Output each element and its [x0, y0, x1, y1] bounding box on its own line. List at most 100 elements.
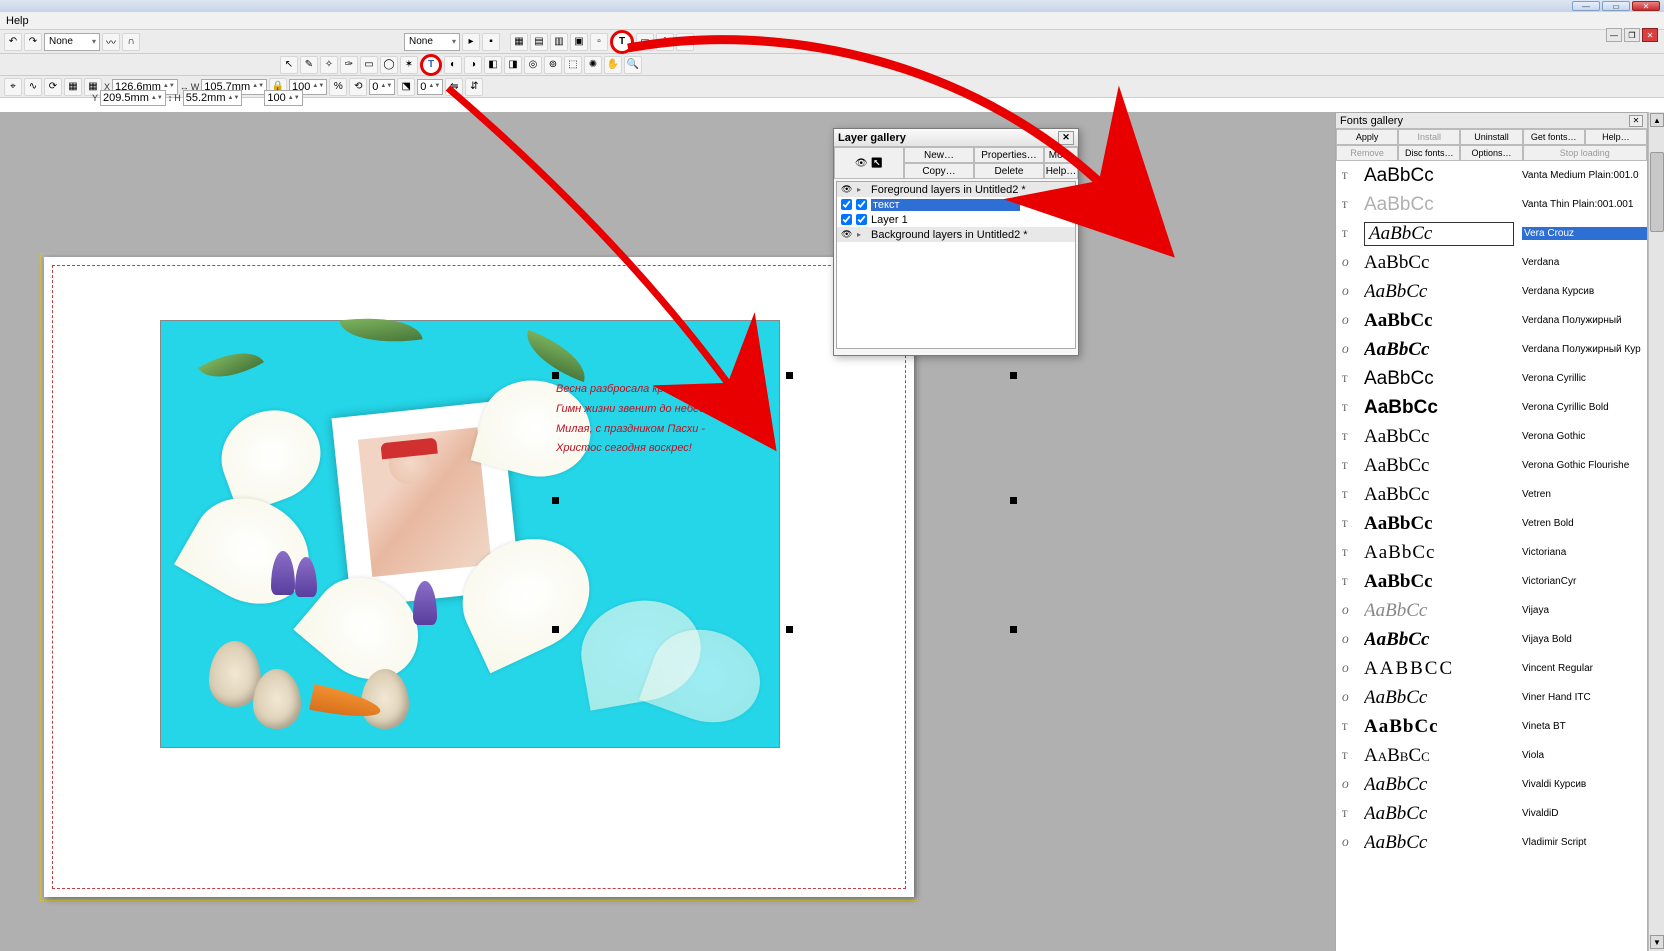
- font-row[interactable]: TAaBbCcVictorianCyr: [1336, 567, 1647, 596]
- angle-field[interactable]: 0▲▼: [369, 79, 395, 95]
- font-row[interactable]: OAaBbCcVivaldi Курсив: [1336, 770, 1647, 799]
- doc-minimize-button[interactable]: —: [1606, 28, 1622, 42]
- font-row[interactable]: TAaBbCcVanta Medium Plain:001.0: [1336, 161, 1647, 190]
- font-row[interactable]: OAaBbCcVerdana Курсив: [1336, 277, 1647, 306]
- blend-tool-icon[interactable]: ⊚: [544, 56, 562, 74]
- selection-handle[interactable]: [1010, 497, 1017, 504]
- window-minimize-button[interactable]: —: [1572, 1, 1600, 11]
- effect-combo[interactable]: None: [404, 33, 460, 51]
- send-back-icon[interactable]: ▥: [550, 33, 568, 51]
- layer-row[interactable]: Layer 1: [837, 212, 1075, 227]
- layer-visible-checkbox[interactable]: [841, 214, 852, 225]
- font-row[interactable]: TAaBbCcVetren Bold: [1336, 509, 1647, 538]
- font-row[interactable]: OAaBbCcVijaya Bold: [1336, 625, 1647, 654]
- font-help-button[interactable]: Help…: [1585, 129, 1647, 145]
- vertical-scrollbar[interactable]: ▲ ▼: [1648, 112, 1664, 951]
- layer-copy-button[interactable]: Copy…: [904, 163, 974, 179]
- group-icon[interactable]: ▣: [570, 33, 588, 51]
- selection-handle[interactable]: [1010, 626, 1017, 633]
- rect-tool-icon[interactable]: ▭: [360, 56, 378, 74]
- play-icon[interactable]: ▸: [462, 33, 480, 51]
- scroll-thumb[interactable]: [1650, 152, 1664, 232]
- window-close-button[interactable]: ✕: [1632, 1, 1660, 11]
- pen-tool-icon[interactable]: ✑: [340, 56, 358, 74]
- font-discfonts-button[interactable]: Disc fonts…: [1398, 145, 1460, 161]
- layer-list[interactable]: 👁▸Foreground layers in Untitled2 *текстL…: [836, 181, 1076, 349]
- font-row[interactable]: TAaBbCcVanta Thin Plain:001.001: [1336, 190, 1647, 219]
- fonts-gallery-panel[interactable]: Fonts gallery ✕ Apply Install Uninstall …: [1335, 112, 1647, 951]
- distribute-icon[interactable]: ⋮: [656, 33, 674, 51]
- layer-gallery-dialog[interactable]: Layer gallery ✕ New… Properties… Move 👁 …: [833, 128, 1079, 356]
- layer-editable-checkbox[interactable]: [856, 199, 867, 210]
- bring-front-icon[interactable]: ▤: [530, 33, 548, 51]
- fonts-gallery-title[interactable]: Fonts gallery ✕: [1336, 113, 1647, 129]
- shape-tool-icon[interactable]: ✧: [320, 56, 338, 74]
- scale-y-field[interactable]: 100▲▼: [264, 90, 302, 106]
- redo-icon[interactable]: ↷: [24, 33, 42, 51]
- doc-restore-button[interactable]: ❐: [1624, 28, 1640, 42]
- text-tool-top-icon[interactable]: T: [610, 30, 634, 54]
- font-install-button[interactable]: Install: [1398, 129, 1460, 145]
- layer-move-button[interactable]: Move: [1044, 147, 1078, 163]
- layer-help-button[interactable]: Help…: [1044, 163, 1078, 179]
- font-row[interactable]: TAaBbCcVetren: [1336, 480, 1647, 509]
- fill-preset-combo[interactable]: None: [44, 33, 100, 51]
- layer-group-header[interactable]: 👁▸Foreground layers in Untitled2 *: [837, 182, 1075, 197]
- font-row[interactable]: TAaBbCcVivaldiD: [1336, 799, 1647, 828]
- window-tile-icon[interactable]: ▦: [510, 33, 528, 51]
- fill-tool-icon[interactable]: ◐: [444, 56, 462, 74]
- flip-v-icon[interactable]: ⇵: [465, 78, 483, 96]
- align-icon[interactable]: ▭: [636, 33, 654, 51]
- h-field[interactable]: 55.2mm▲▼: [183, 90, 243, 106]
- mould-tool-icon[interactable]: ⬚: [564, 56, 582, 74]
- skew-field[interactable]: 0▲▼: [417, 79, 443, 95]
- layer-new-button[interactable]: New…: [904, 147, 974, 163]
- font-row[interactable]: TAaBbCcVictoriana: [1336, 538, 1647, 567]
- poem-text-object[interactable]: Весна разбросала краски, Гимн жизни звен…: [556, 380, 708, 459]
- selection-handle[interactable]: [786, 626, 793, 633]
- font-row[interactable]: OAaBbCcVladimir Script: [1336, 828, 1647, 857]
- font-row[interactable]: TAaBbCcViola: [1336, 741, 1647, 770]
- font-stoploading-button[interactable]: Stop loading: [1523, 145, 1647, 161]
- line-style-icon[interactable]: 〰: [102, 33, 120, 51]
- layer-delete-button[interactable]: Delete: [974, 163, 1044, 179]
- font-row[interactable]: TAaBbCcVineta BT: [1336, 712, 1647, 741]
- font-row[interactable]: OAaBbCcVijaya: [1336, 596, 1647, 625]
- layer-editable-checkbox[interactable]: [856, 214, 867, 225]
- font-row[interactable]: TAaBbCcVerona Gothic Flourishe: [1336, 451, 1647, 480]
- font-apply-button[interactable]: Apply: [1336, 129, 1398, 145]
- shadow-tool-icon[interactable]: ◧: [484, 56, 502, 74]
- text-tool-icon[interactable]: T: [420, 54, 442, 76]
- ungroup-icon[interactable]: ▫: [590, 33, 608, 51]
- layer-properties-button[interactable]: Properties…: [974, 147, 1044, 163]
- undo-icon[interactable]: ↶: [4, 33, 22, 51]
- font-row[interactable]: TAaBbCcVerona Gothic: [1336, 422, 1647, 451]
- flip-h-icon[interactable]: ⇋: [445, 78, 463, 96]
- layer-eye-icon[interactable]: 👁 ↖: [834, 147, 904, 179]
- liveeffect-tool-icon[interactable]: ✺: [584, 56, 602, 74]
- layer-gallery-title[interactable]: Layer gallery ✕: [834, 129, 1078, 147]
- scroll-down-icon[interactable]: ▼: [1650, 935, 1664, 949]
- layer-gallery-close-icon[interactable]: ✕: [1058, 131, 1074, 145]
- selection-handle[interactable]: [552, 626, 559, 633]
- freehand-tool-icon[interactable]: ✎: [300, 56, 318, 74]
- font-row[interactable]: TAaBbCcVerona Cyrillic: [1336, 364, 1647, 393]
- layer-row[interactable]: текст: [837, 197, 1075, 212]
- selector-tool-icon[interactable]: ↖: [280, 56, 298, 74]
- font-remove-button[interactable]: Remove: [1336, 145, 1398, 161]
- selection-handle[interactable]: [786, 372, 793, 379]
- font-row[interactable]: TAaBbCcVera Crouz: [1336, 219, 1647, 248]
- convert-icon[interactable]: ⟳: [676, 33, 694, 51]
- font-list[interactable]: TAaBbCcVanta Medium Plain:001.0TAaBbCcVa…: [1336, 161, 1647, 951]
- font-row[interactable]: OAaBbCcVerdana Полужирный Кур: [1336, 335, 1647, 364]
- scroll-up-icon[interactable]: ▲: [1650, 113, 1664, 127]
- y-field[interactable]: 209.5mm▲▼: [100, 90, 166, 106]
- font-row[interactable]: OAaBbCcViner Hand ITC: [1336, 683, 1647, 712]
- font-row[interactable]: OAABBCCVincent Regular: [1336, 654, 1647, 683]
- fonts-gallery-close-icon[interactable]: ✕: [1629, 115, 1643, 127]
- font-row[interactable]: TAaBbCcVerona Cyrillic Bold: [1336, 393, 1647, 422]
- zoom-tool-icon[interactable]: 🔍: [624, 56, 642, 74]
- go-icon[interactable]: ▪: [482, 33, 500, 51]
- ellipse-tool-icon[interactable]: ◯: [380, 56, 398, 74]
- font-row[interactable]: OAaBbCcVerdana: [1336, 248, 1647, 277]
